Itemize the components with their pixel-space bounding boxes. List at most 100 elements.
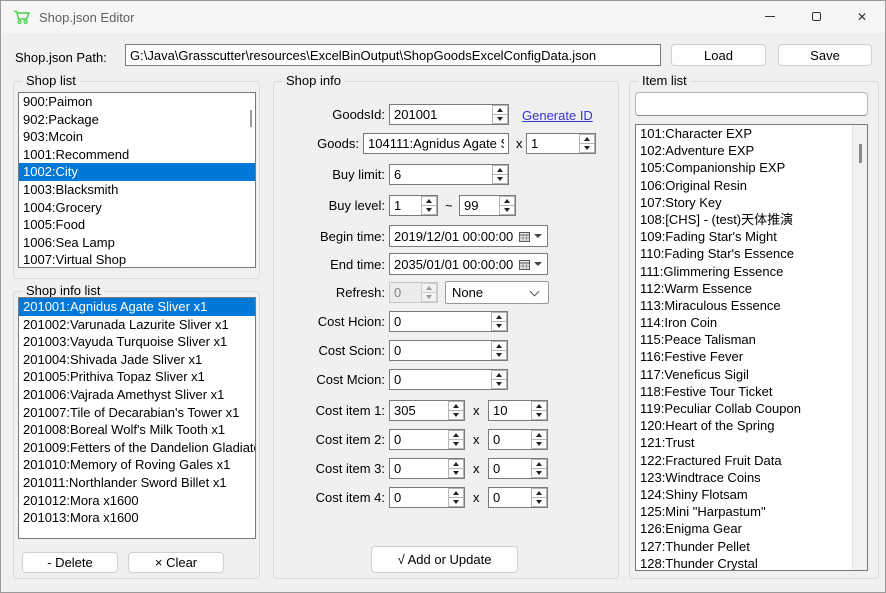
cost-item-2-id-input[interactable] bbox=[390, 430, 447, 449]
list-item[interactable]: 201003:Vayuda Turquoise Sliver x1 bbox=[19, 333, 255, 351]
cost-hcion-spinner[interactable] bbox=[491, 312, 507, 331]
cost-mcion-spinner[interactable] bbox=[491, 370, 507, 389]
list-item[interactable]: 125:Mini "Harpastum" bbox=[636, 503, 867, 520]
buy-level-max-spinner[interactable] bbox=[499, 196, 515, 215]
goods-count-spinner[interactable] bbox=[579, 134, 595, 153]
list-item[interactable]: 119:Peculiar Collab Coupon bbox=[636, 400, 867, 417]
cost-item-2-id-spinner[interactable] bbox=[448, 430, 464, 449]
list-item[interactable]: 123:Windtrace Coins bbox=[636, 469, 867, 486]
list-item[interactable]: 117:Veneficus Sigil bbox=[636, 366, 867, 383]
list-item[interactable]: 108:[CHS] - (test)天体推演 bbox=[636, 211, 867, 228]
list-item[interactable]: 201004:Shivada Jade Sliver x1 bbox=[19, 351, 255, 369]
load-button[interactable]: Load bbox=[671, 44, 766, 66]
cost-scion-input[interactable] bbox=[390, 341, 490, 360]
list-item[interactable]: 201001:Agnidus Agate Sliver x1 bbox=[19, 298, 255, 316]
clear-button[interactable]: × Clear bbox=[128, 552, 224, 573]
list-item[interactable]: 127:Thunder Pellet bbox=[636, 538, 867, 555]
add-or-update-button[interactable]: √ Add or Update bbox=[371, 546, 518, 573]
cost-item-4-id-input[interactable] bbox=[390, 488, 447, 507]
cost-item-2-count-spinner[interactable] bbox=[531, 430, 547, 449]
list-item[interactable]: 1007:Virtual Shop bbox=[19, 251, 255, 268]
list-item[interactable]: 201013:Mora x1600 bbox=[19, 509, 255, 527]
list-item[interactable]: 124:Shiny Flotsam bbox=[636, 486, 867, 503]
save-button[interactable]: Save bbox=[778, 44, 872, 66]
list-item[interactable]: 201011:Northlander Sword Billet x1 bbox=[19, 474, 255, 492]
cost-item-4-count-spinner[interactable] bbox=[531, 488, 547, 507]
list-item[interactable]: 1004:Grocery bbox=[19, 199, 255, 217]
shop-info-listbox[interactable]: 201001:Agnidus Agate Sliver x1201002:Var… bbox=[18, 297, 256, 539]
list-item[interactable]: 118:Festive Tour Ticket bbox=[636, 383, 867, 400]
cost-item-2-count-input[interactable] bbox=[489, 430, 530, 449]
list-item[interactable]: 128:Thunder Crystal bbox=[636, 555, 867, 571]
maximize-button[interactable] bbox=[793, 1, 839, 32]
list-item[interactable]: 1005:Food bbox=[19, 216, 255, 234]
list-item[interactable]: 113:Miraculous Essence bbox=[636, 297, 867, 314]
list-item[interactable]: 102:Adventure EXP bbox=[636, 142, 867, 159]
item-search-input[interactable] bbox=[636, 93, 867, 115]
list-item[interactable]: 1006:Sea Lamp bbox=[19, 234, 255, 252]
cost-item-3-count-input[interactable] bbox=[489, 459, 530, 478]
buy-level-max-input[interactable] bbox=[460, 196, 498, 215]
cost-hcion-input[interactable] bbox=[390, 312, 490, 331]
list-item[interactable]: 1001:Recommend bbox=[19, 146, 255, 164]
buy-limit-spinner[interactable] bbox=[492, 165, 508, 184]
list-item[interactable]: 107:Story Key bbox=[636, 194, 867, 211]
list-item[interactable]: 902:Package bbox=[19, 111, 255, 129]
goodsid-spinner[interactable] bbox=[492, 105, 508, 124]
list-item[interactable]: 110:Fading Star's Essence bbox=[636, 245, 867, 262]
list-item[interactable]: 116:Festive Fever bbox=[636, 348, 867, 365]
list-item[interactable]: 1003:Blacksmith bbox=[19, 181, 255, 199]
list-item[interactable]: 201010:Memory of Roving Gales x1 bbox=[19, 456, 255, 474]
cost-item-4-count-input[interactable] bbox=[489, 488, 530, 507]
scrollbar-thumb[interactable] bbox=[859, 144, 862, 163]
list-item[interactable]: 121:Trust bbox=[636, 434, 867, 451]
buy-level-min-spinner[interactable] bbox=[421, 196, 437, 215]
cost-item-1-count-spinner[interactable] bbox=[531, 401, 547, 420]
goods-input[interactable] bbox=[364, 134, 508, 153]
list-item[interactable]: 109:Fading Star's Might bbox=[636, 228, 867, 245]
close-button[interactable]: ✕ bbox=[839, 1, 885, 32]
cost-item-3-id-spinner[interactable] bbox=[448, 459, 464, 478]
list-item[interactable]: 201009:Fetters of the Dandelion Gladiato bbox=[19, 439, 255, 457]
delete-button[interactable]: - Delete bbox=[22, 552, 118, 573]
list-item[interactable]: 1002:City bbox=[19, 163, 255, 181]
list-item[interactable]: 126:Enigma Gear bbox=[636, 520, 867, 537]
buy-limit-input[interactable] bbox=[390, 165, 491, 184]
minimize-button[interactable] bbox=[747, 1, 793, 32]
item-listbox[interactable]: 101:Character EXP102:Adventure EXP105:Co… bbox=[635, 124, 868, 571]
path-input[interactable] bbox=[126, 45, 660, 65]
cost-item-3-count-spinner[interactable] bbox=[531, 459, 547, 478]
cost-item-3-id-input[interactable] bbox=[390, 459, 447, 478]
list-item[interactable]: 111:Glimmering Essence bbox=[636, 263, 867, 280]
list-item[interactable]: 114:Iron Coin bbox=[636, 314, 867, 331]
end-time-picker[interactable]: 2035/01/01 00:00:00 bbox=[389, 253, 548, 275]
list-item[interactable]: 106:Original Resin bbox=[636, 177, 867, 194]
cost-scion-spinner[interactable] bbox=[491, 341, 507, 360]
begin-time-picker[interactable]: 2019/12/01 00:00:00 bbox=[389, 225, 548, 247]
cost-item-4-id-spinner[interactable] bbox=[448, 488, 464, 507]
goodsid-input[interactable] bbox=[390, 105, 491, 124]
list-item[interactable]: 201005:Prithiva Topaz Sliver x1 bbox=[19, 368, 255, 386]
shop-listbox[interactable]: 900:Paimon902:Package903:Mcoin1001:Recom… bbox=[18, 92, 256, 268]
list-item[interactable]: 201008:Boreal Wolf's Milk Tooth x1 bbox=[19, 421, 255, 439]
cost-item-1-count-input[interactable] bbox=[489, 401, 530, 420]
refresh-mode-select[interactable]: None bbox=[445, 281, 549, 304]
list-item[interactable]: 122:Fractured Fruit Data bbox=[636, 452, 867, 469]
scrollbar-track[interactable] bbox=[852, 125, 867, 570]
list-item[interactable]: 201002:Varunada Lazurite Sliver x1 bbox=[19, 316, 255, 334]
list-item[interactable]: 105:Companionship EXP bbox=[636, 159, 867, 176]
cost-item-1-id-spinner[interactable] bbox=[448, 401, 464, 420]
list-item[interactable]: 903:Mcoin bbox=[19, 128, 255, 146]
list-item[interactable]: 101:Character EXP bbox=[636, 125, 867, 142]
list-item[interactable]: 201007:Tile of Decarabian's Tower x1 bbox=[19, 404, 255, 422]
scrollbar-thumb[interactable] bbox=[250, 110, 252, 127]
list-item[interactable]: 201012:Mora x1600 bbox=[19, 492, 255, 510]
list-item[interactable]: 201006:Vajrada Amethyst Sliver x1 bbox=[19, 386, 255, 404]
cost-mcion-input[interactable] bbox=[390, 370, 490, 389]
goods-count-input[interactable] bbox=[527, 134, 578, 153]
buy-level-min-input[interactable] bbox=[390, 196, 420, 215]
list-item[interactable]: 115:Peace Talisman bbox=[636, 331, 867, 348]
cost-item-1-id-input[interactable] bbox=[390, 401, 447, 420]
list-item[interactable]: 112:Warm Essence bbox=[636, 280, 867, 297]
list-item[interactable]: 120:Heart of the Spring bbox=[636, 417, 867, 434]
